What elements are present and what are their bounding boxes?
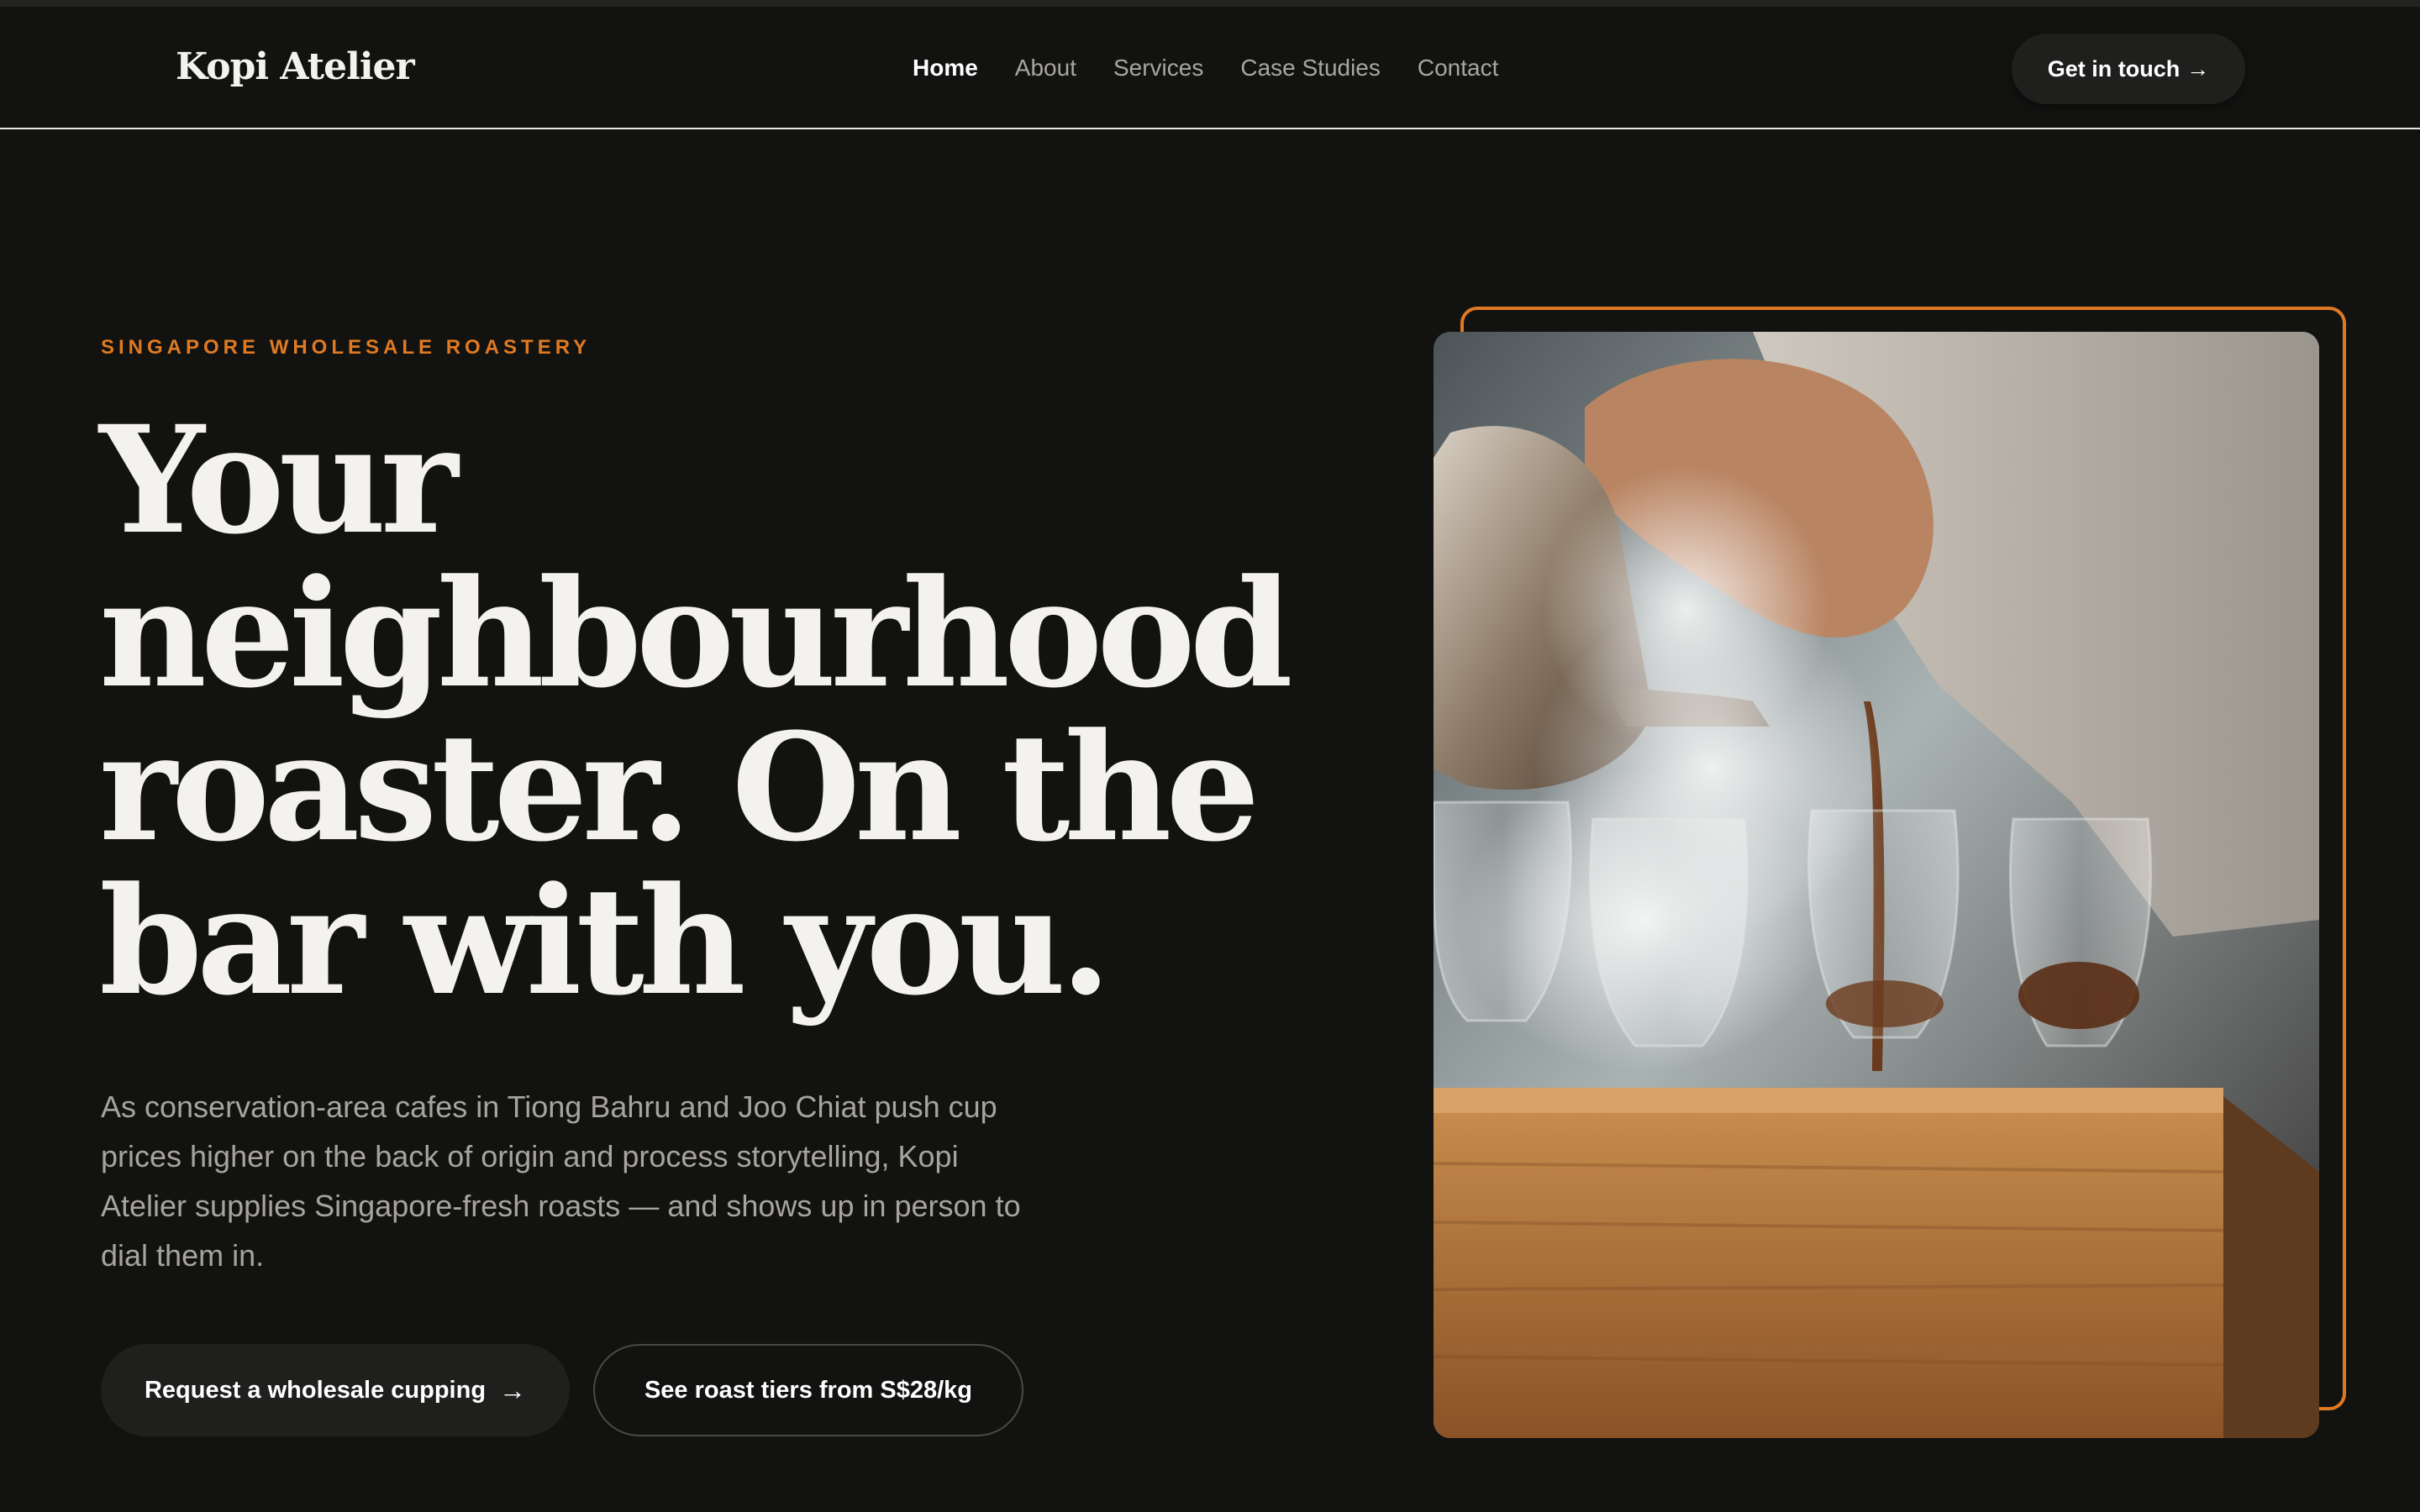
browser-top-strip	[0, 0, 2420, 7]
roast-tiers-button[interactable]: See roast tiers from S$28/kg	[593, 1344, 1023, 1436]
nav-link-contact[interactable]: Contact	[1418, 55, 1499, 81]
request-cupping-button[interactable]: Request a wholesale cupping →	[101, 1344, 570, 1436]
site-header: Kopi Atelier Home About Services Case St…	[0, 7, 2420, 129]
headline-line: roaster. On the	[99, 701, 1260, 874]
hero-headline: Your neighbourhood roaster. On the bar w…	[99, 403, 1360, 1018]
headline-line: bar with you.	[99, 854, 1112, 1028]
nav-link-home[interactable]: Home	[913, 55, 978, 81]
brand-logo[interactable]: Kopi Atelier	[176, 45, 415, 88]
headline-line: Your	[99, 393, 458, 567]
main-nav: Home About Services Case Studies Contact	[913, 55, 1535, 81]
coffee-pour-illustration	[1434, 332, 2319, 1438]
request-cupping-label: Request a wholesale cupping	[144, 1376, 487, 1404]
hero-photo	[1434, 332, 2319, 1438]
headline-line: neighbourhood	[99, 547, 1293, 721]
nav-link-services[interactable]: Services	[1113, 55, 1203, 81]
get-in-touch-label: Get in touch	[2047, 55, 2181, 81]
hero-eyebrow: SINGAPORE WHOLESALE ROASTERY	[101, 336, 592, 359]
hero-description: As conservation-area cafes in Tiong Bahr…	[101, 1089, 1021, 1273]
get-in-touch-button[interactable]: Get in touch →	[2012, 34, 2245, 104]
nav-link-case-studies[interactable]: Case Studies	[1240, 55, 1381, 81]
roast-tiers-label: See roast tiers from S$28/kg	[644, 1376, 973, 1404]
arrow-right-icon: →	[499, 1374, 527, 1405]
arrow-right-icon: →	[2186, 55, 2210, 81]
nav-link-about[interactable]: About	[1015, 55, 1076, 81]
